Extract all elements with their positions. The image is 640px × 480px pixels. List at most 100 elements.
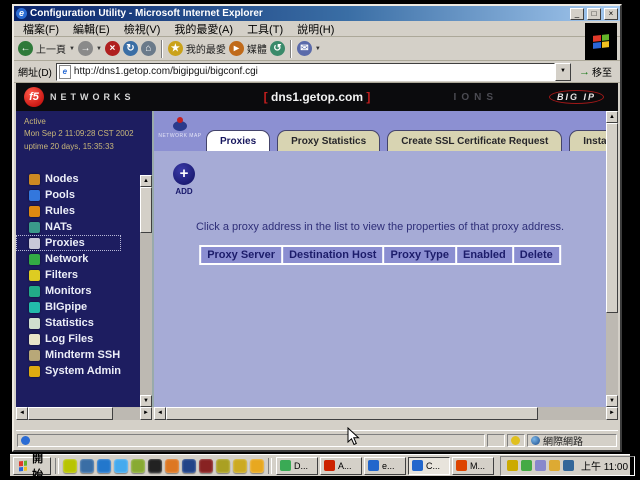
menu-view[interactable]: 檢視(V) [117, 21, 168, 37]
sidebar-item-system-admin[interactable]: System Admin [16, 363, 152, 379]
column-destination-host[interactable]: Destination Host [283, 247, 382, 263]
minimize-button[interactable]: _ [570, 8, 584, 20]
sidebar-item-nats[interactable]: NATs [16, 219, 152, 235]
favorites-button[interactable]: ★ 我的最愛 [168, 41, 226, 56]
scroll-right-icon[interactable]: ► [140, 407, 152, 420]
scroll-left-icon[interactable]: ◄ [154, 407, 166, 420]
scrollbar-thumb[interactable] [140, 187, 152, 233]
network-map-button[interactable]: NETWORK MAP [159, 114, 201, 146]
media-button[interactable]: ▸ 媒體 [229, 41, 267, 56]
tray-icon-4[interactable] [549, 460, 560, 471]
refresh-button[interactable]: ↻ [123, 41, 138, 56]
task-buttons: D... A... e... C... M... [276, 457, 494, 475]
uptime-text: uptime 20 days, 15:35:33 [24, 141, 152, 153]
column-enabled[interactable]: Enabled [457, 247, 512, 263]
sidebar-item-monitors[interactable]: Monitors [16, 283, 152, 299]
taskbar-clock[interactable]: 上午 11:00 [581, 458, 628, 473]
instruction-text: Click a proxy address in the list to vie… [154, 221, 606, 233]
column-proxy-type[interactable]: Proxy Type [384, 247, 455, 263]
sidebar-item-bigpipe[interactable]: BIGpipe [16, 299, 152, 315]
go-button[interactable]: → 移至 [575, 64, 616, 79]
scroll-right-icon[interactable]: ► [606, 407, 618, 420]
forward-dropdown-icon[interactable]: ▼ [96, 46, 102, 52]
sidebar-item-network[interactable]: Network [16, 251, 152, 267]
start-button[interactable]: 開始 [13, 457, 51, 475]
maximize-button[interactable]: □ [587, 8, 601, 20]
quick-launch-icon-8[interactable] [182, 459, 196, 473]
scroll-down-icon[interactable]: ▼ [140, 395, 152, 407]
quick-launch-icon-3[interactable] [97, 459, 111, 473]
scroll-up-icon[interactable]: ▲ [606, 111, 618, 123]
sidebar-item-proxies[interactable]: Proxies [16, 235, 121, 251]
back-button[interactable]: ← 上一頁 ▼ [18, 41, 75, 56]
forward-button[interactable]: → ▼ [78, 41, 102, 56]
sidebar-item-log-files[interactable]: Log Files [16, 331, 152, 347]
menu-file[interactable]: 檔案(F) [16, 21, 66, 37]
scroll-up-icon[interactable]: ▲ [140, 175, 152, 187]
tray-icon-2[interactable] [521, 460, 532, 471]
tab-strip: NETWORK MAP Proxies Proxy Statistics Cre… [154, 111, 618, 151]
menu-favorites[interactable]: 我的最愛(A) [167, 21, 240, 37]
mouse-cursor [347, 427, 360, 446]
mail-button[interactable]: ✉ ▼ [297, 41, 321, 56]
task-button-5[interactable]: M... [452, 457, 494, 475]
sidebar-item-filters[interactable]: Filters [16, 267, 152, 283]
sidebar-item-nodes[interactable]: Nodes [16, 171, 152, 187]
quick-launch-icon-5[interactable] [131, 459, 145, 473]
menu-edit[interactable]: 編輯(E) [66, 21, 117, 37]
sidebar-horizontal-scrollbar[interactable]: ◄ ► [16, 407, 152, 420]
scroll-left-icon[interactable]: ◄ [16, 407, 28, 420]
scrollbar-thumb[interactable] [606, 123, 618, 313]
quick-launch-icon-1[interactable] [63, 459, 77, 473]
history-button[interactable]: ↺ [270, 41, 285, 56]
task-button-configuration-utility[interactable]: C... [408, 457, 450, 475]
tray-icon-1[interactable] [507, 460, 518, 471]
address-input[interactable]: e http://dns1.getop.com/bigipgui/bigconf… [56, 63, 555, 81]
add-proxy-button[interactable]: + ADD [171, 163, 197, 196]
sidebar-item-pools[interactable]: Pools [16, 187, 152, 203]
column-proxy-server[interactable]: Proxy Server [201, 247, 281, 263]
menu-help[interactable]: 說明(H) [290, 21, 341, 37]
quick-launch-icon-6[interactable] [148, 459, 162, 473]
mail-dropdown-icon[interactable]: ▼ [315, 46, 321, 52]
home-button[interactable]: ⌂ [141, 41, 156, 56]
taskbar-divider [268, 458, 272, 474]
task-button-3[interactable]: e... [364, 457, 406, 475]
tab-create-ssl-certificate-request[interactable]: Create SSL Certificate Request [387, 130, 562, 151]
sidebar-item-rules[interactable]: Rules [16, 203, 152, 219]
bigpipe-icon [29, 302, 40, 313]
task-button-2[interactable]: A... [320, 457, 362, 475]
sidebar: Active Mon Sep 2 11:09:28 CST 2002 uptim… [16, 111, 154, 407]
stop-button[interactable]: × [105, 41, 120, 56]
browser-window: e Configuration Utility - Microsoft Inte… [12, 4, 622, 452]
scrollbar-thumb[interactable] [28, 407, 113, 420]
back-dropdown-icon[interactable]: ▼ [69, 46, 75, 52]
proxies-panel: + ADD Click a proxy address in the list … [154, 151, 606, 407]
tray-icon-5[interactable] [563, 460, 574, 471]
sidebar-vertical-scrollbar[interactable]: ▲ ▼ [140, 175, 152, 407]
task-button-1[interactable]: D... [276, 457, 318, 475]
main-horizontal-scrollbar[interactable]: ◄ ► [154, 407, 618, 420]
close-button[interactable]: × [604, 8, 618, 20]
column-delete[interactable]: Delete [514, 247, 559, 263]
tab-proxies[interactable]: Proxies [206, 130, 270, 151]
quick-launch-icon-4[interactable] [114, 459, 128, 473]
quick-launch-icon-12[interactable] [250, 459, 264, 473]
sidebar-item-statistics[interactable]: Statistics [16, 315, 152, 331]
quick-launch-icon-2[interactable] [80, 459, 94, 473]
quick-launch-icon-9[interactable] [199, 459, 213, 473]
windows-flag-icon [593, 34, 609, 49]
address-dropdown-button[interactable]: ▼ [555, 63, 571, 81]
stop-icon: × [105, 41, 120, 56]
menu-tools[interactable]: 工具(T) [240, 21, 290, 37]
main-vertical-scrollbar[interactable]: ▲ ▼ [606, 111, 618, 407]
scroll-down-icon[interactable]: ▼ [606, 395, 618, 407]
quick-launch-icon-11[interactable] [233, 459, 247, 473]
tray-icon-3[interactable] [535, 460, 546, 471]
quick-launch-icon-7[interactable] [165, 459, 179, 473]
tab-proxy-statistics[interactable]: Proxy Statistics [277, 130, 380, 151]
title-bar[interactable]: e Configuration Utility - Microsoft Inte… [14, 6, 620, 21]
quick-launch-icon-10[interactable] [216, 459, 230, 473]
scrollbar-thumb[interactable] [166, 407, 538, 420]
sidebar-item-mindterm-ssh[interactable]: Mindterm SSH [16, 347, 152, 363]
